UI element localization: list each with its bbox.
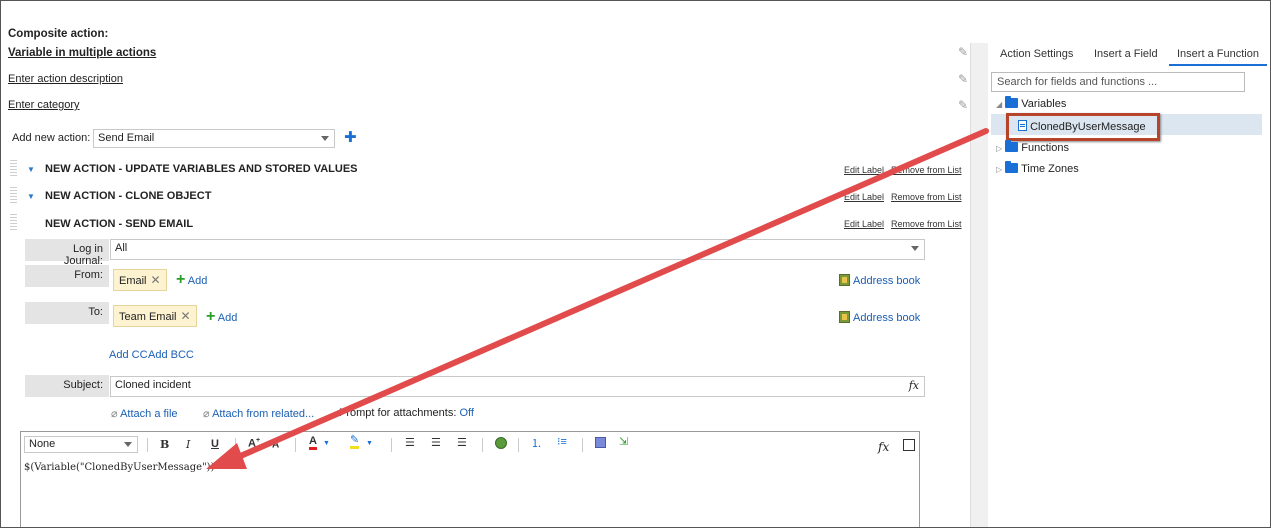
annotation-arrow — [206, 128, 989, 469]
arrow-head — [206, 443, 247, 469]
window: Composite action: Variable in multiple a… — [0, 0, 1271, 528]
arrow-shaft — [226, 128, 989, 464]
